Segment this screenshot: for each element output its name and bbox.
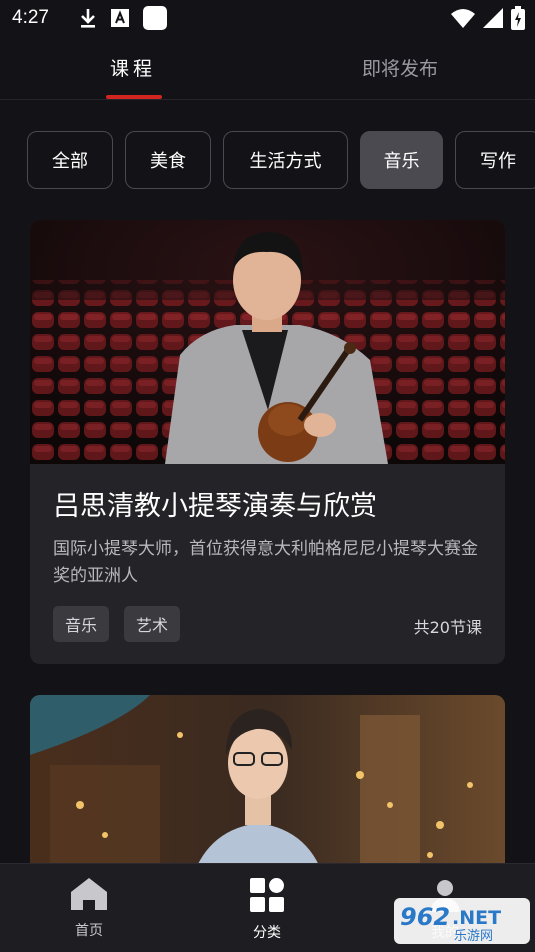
course-tag: 音乐 — [53, 606, 110, 642]
nav-category[interactable]: 分类 — [227, 878, 307, 942]
svg-text:.NET: .NET — [452, 907, 501, 929]
course-description: 国际小提琴大师，首位获得意大利帕格尼尼小提琴大赛金奖的亚洲人 — [53, 539, 478, 586]
app-notification-icon — [110, 9, 129, 27]
chip-food[interactable]: 美食 — [125, 131, 211, 189]
nav-home-label: 首页 — [75, 923, 103, 939]
chip-all[interactable]: 全部 — [27, 131, 113, 189]
status-time: 4:27 — [12, 7, 49, 28]
lesson-count: 共20节课 — [413, 618, 482, 637]
blank-notification-icon — [142, 6, 167, 30]
tab-upcoming[interactable]: 即将发布 — [362, 54, 438, 81]
status-bar: 4:27 — [0, 0, 535, 36]
active-tab-indicator — [106, 95, 162, 99]
watermark-logo: 962 .NET 乐游网 — [394, 898, 530, 944]
course-tag: 艺术 — [124, 606, 181, 642]
course-card[interactable] — [30, 695, 505, 885]
chip-writing[interactable]: 写作 — [455, 131, 535, 189]
battery-icon — [511, 6, 525, 34]
signal-icon — [483, 8, 503, 32]
tab-course[interactable]: 课程 — [110, 54, 156, 81]
chip-lifestyle[interactable]: 生活方式 — [223, 131, 348, 189]
svg-text:962: 962 — [400, 903, 450, 931]
course-card[interactable]: 吕思清教小提琴演奏与欣赏 国际小提琴大师，首位获得意大利帕格尼尼小提琴大赛金奖的… — [30, 220, 505, 664]
category-grid-icon — [250, 878, 284, 916]
download-icon — [79, 7, 97, 29]
nav-category-label: 分类 — [253, 925, 281, 941]
course-cover-image — [30, 695, 505, 885]
category-chips: 全部 美食 生活方式 音乐 写作 — [27, 131, 535, 189]
course-cover-image — [30, 220, 505, 464]
home-icon — [71, 878, 107, 914]
svg-text:乐游网: 乐游网 — [454, 929, 493, 944]
chip-music[interactable]: 音乐 — [360, 131, 443, 189]
wifi-icon — [451, 8, 475, 32]
course-title: 吕思清教小提琴演奏与欣赏 — [53, 491, 377, 522]
nav-home[interactable]: 首页 — [49, 878, 129, 940]
top-tabs: 课程 即将发布 — [0, 40, 535, 100]
